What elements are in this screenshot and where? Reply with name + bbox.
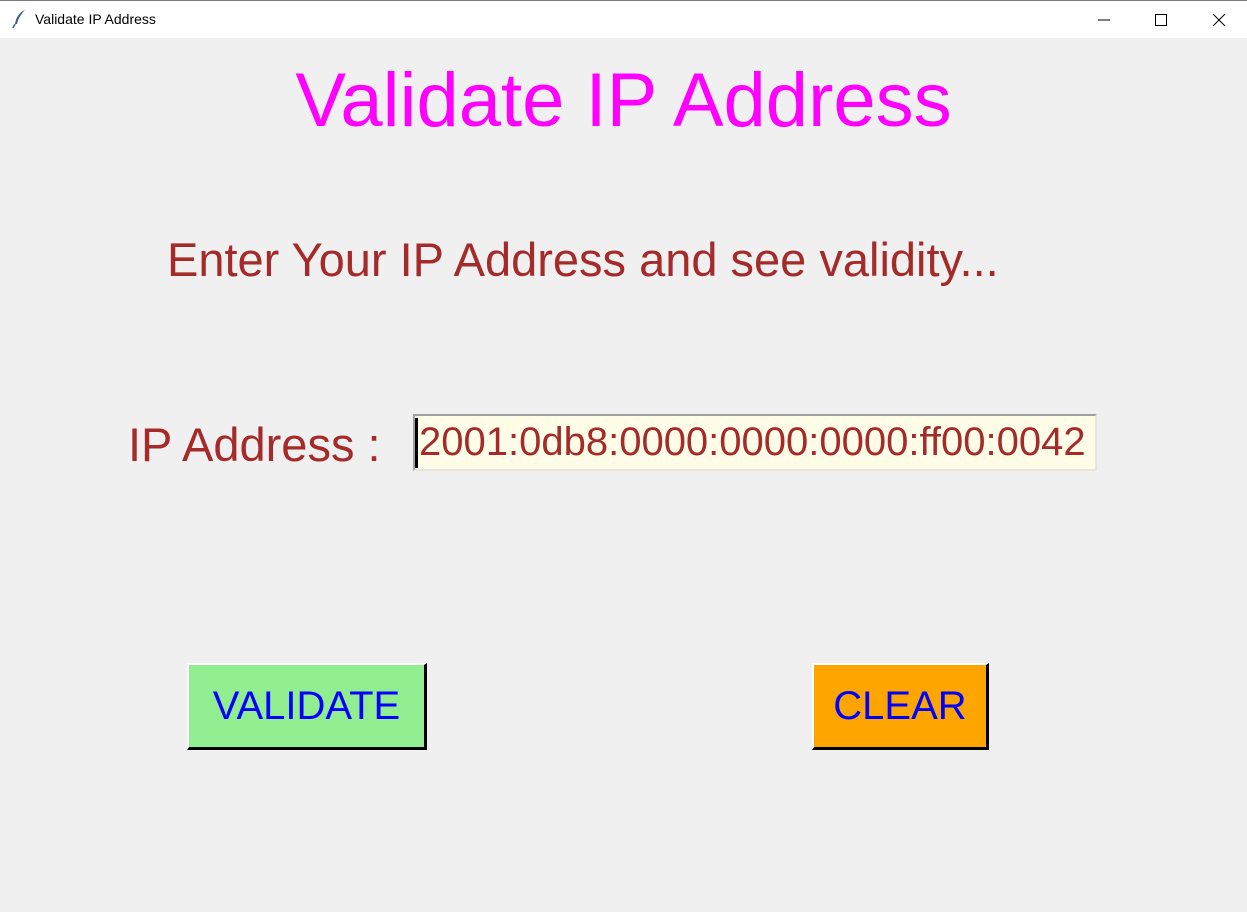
close-button[interactable]: [1190, 1, 1247, 38]
clear-button[interactable]: CLEAR: [812, 663, 989, 750]
page-title: Validate IP Address: [295, 58, 952, 143]
text-cursor: [415, 418, 418, 468]
validate-button[interactable]: VALIDATE: [187, 663, 427, 750]
ip-address-input[interactable]: [413, 414, 1097, 471]
window-title: Validate IP Address: [35, 11, 156, 27]
feather-icon: [11, 9, 29, 29]
ip-address-label: IP Address :: [128, 418, 381, 471]
minimize-button[interactable]: [1075, 1, 1133, 38]
maximize-button[interactable]: [1132, 1, 1190, 38]
app-window: Validate IP Address Validate IP Address …: [0, 0, 1247, 912]
title-bar[interactable]: Validate IP Address: [0, 0, 1247, 38]
instruction-text: Enter Your IP Address and see validity..…: [167, 233, 999, 286]
